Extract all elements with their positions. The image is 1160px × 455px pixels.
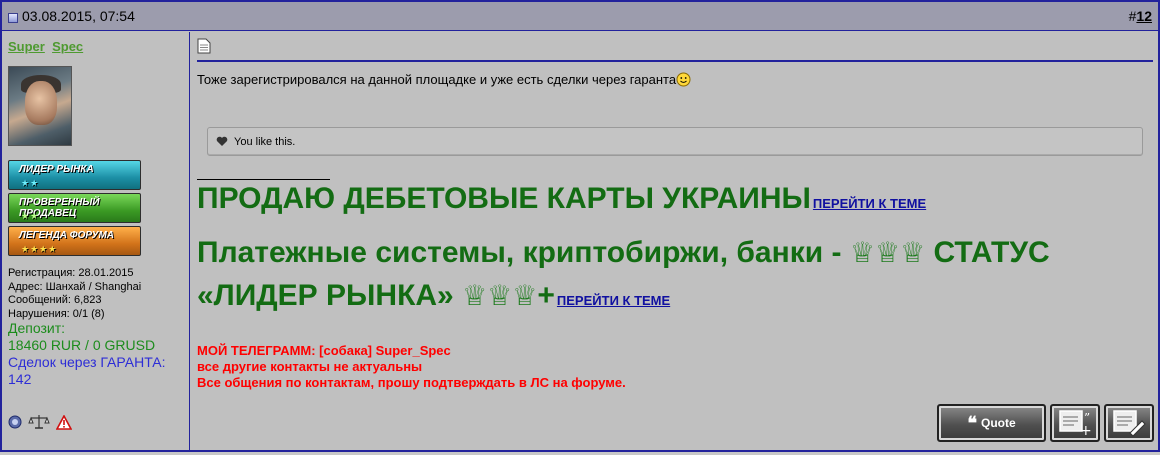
signature-line-2: Платежные системы, криптобиржи, банки - … — [197, 234, 1147, 320]
quote-icon: ❝ — [967, 412, 977, 434]
reply-quick-button[interactable] — [1104, 404, 1154, 442]
guarantee-deals: Сделок через ГАРАНТА: 142 — [8, 354, 166, 387]
contact-note-2: все другие контакты не актуальны — [197, 359, 423, 374]
post-date-text: 03.08.2015, 07:54 — [22, 8, 135, 24]
signature-title-2a: Платежные системы, криптобиржи, банки - — [197, 236, 850, 269]
stat-address: Адрес: Шанхай / Shanghai — [8, 280, 142, 293]
post-content: Тоже зарегистрировался на данной площадк… — [191, 32, 1158, 450]
like-box: You like this. — [207, 127, 1143, 156]
post-number-link[interactable]: 12 — [1136, 8, 1152, 24]
crown-icons-2: ♕♕♕ — [462, 280, 538, 311]
guarantee-value: 142 — [8, 371, 32, 387]
stat-registration: Регистрация: 28.01.2015 — [8, 267, 134, 279]
scales-reputation-icon[interactable] — [28, 414, 50, 430]
document-icon — [197, 38, 211, 54]
username-link-part2[interactable]: Spec — [52, 39, 83, 54]
contact-notes: МОЙ ТЕЛЕГРАММ: [собака] Super_Spec все д… — [197, 343, 626, 391]
signature-line-1: ПРОДАЮ ДЕБЕТОВЫЕ КАРТЫ УКРАИНЫ ПЕРЕЙТИ К … — [197, 182, 926, 216]
multi-quote-button[interactable]: + ” — [1050, 404, 1100, 442]
contact-note-3: Все общения по контактам, прошу подтверж… — [197, 375, 626, 390]
quote-label: Quote — [981, 416, 1016, 430]
stat-violations: Нарушения: 0/1 (8) — [8, 307, 105, 320]
signature-divider — [197, 179, 330, 180]
contact-telegram: МОЙ ТЕЛЕГРАММ: [собака] Super_Spec — [197, 343, 451, 358]
multi-quote-icon: + ” — [1059, 410, 1092, 437]
deposit-value: 18460 RUR / 0 GRUSD — [8, 337, 156, 353]
badge-verified-seller: Проверенный продавец ★★ — [8, 193, 141, 223]
heart-icon[interactable] — [216, 136, 228, 147]
post-header: 03.08.2015, 07:54 #12 — [2, 2, 1158, 31]
signature-title-1: ПРОДАЮ ДЕБЕТОВЫЕ КАРТЫ УКРАИНЫ — [197, 182, 811, 215]
badge-forum-legend: Легенда форума ★★★★ — [8, 226, 141, 256]
user-info-panel: Super Spec Лидер рынка ★★ Проверенный пр… — [2, 32, 190, 450]
post-message-text: Тоже зарегистрировался на данной площадк… — [197, 72, 677, 87]
signature-plus: + — [537, 279, 555, 312]
like-text: You like this. — [234, 135, 296, 148]
badge-stars: ★★ — [21, 178, 40, 188]
post-status-icon — [8, 12, 18, 23]
svg-text:”: ” — [1084, 411, 1090, 425]
post-number: #12 — [1128, 8, 1152, 24]
forum-post: 03.08.2015, 07:54 #12 Super Spec Лидер р… — [0, 0, 1160, 452]
post-date: 03.08.2015, 07:54 — [8, 8, 135, 24]
avatar[interactable] — [8, 66, 72, 146]
smile-icon — [676, 72, 691, 87]
badge-market-leader: Лидер рынка ★★ — [8, 160, 141, 190]
username-link-part1[interactable]: Super — [8, 39, 45, 54]
badge-stars: ★★ — [21, 211, 40, 221]
report-warning-icon[interactable] — [56, 414, 72, 430]
post-message: Тоже зарегистрировался на данной площадк… — [197, 72, 691, 87]
stat-messages: Сообщений: 6,823 — [8, 294, 102, 306]
title-divider — [197, 60, 1153, 62]
post-actions: ❝ Quote + ” — [937, 404, 1154, 442]
quote-button[interactable]: ❝ Quote — [937, 404, 1046, 442]
signature-link-2[interactable]: ПЕРЕЙТИ К ТЕМЕ — [557, 293, 670, 308]
badge-stars: ★★★★ — [21, 244, 58, 254]
svg-text:+: + — [1080, 423, 1092, 437]
offline-status-icon[interactable] — [8, 415, 22, 429]
crown-icons-1: ♕♕♕ — [849, 237, 926, 268]
deposit: Депозит: 18460 RUR / 0 GRUSD — [8, 320, 156, 353]
reply-edit-icon — [1113, 410, 1146, 437]
signature-link-1[interactable]: ПЕРЕЙТИ К ТЕМЕ — [813, 196, 926, 211]
user-icons — [8, 414, 72, 430]
username: Super Spec — [8, 39, 83, 54]
user-stats: Регистрация: 28.01.2015 Адрес: Шанхай / … — [8, 267, 141, 321]
